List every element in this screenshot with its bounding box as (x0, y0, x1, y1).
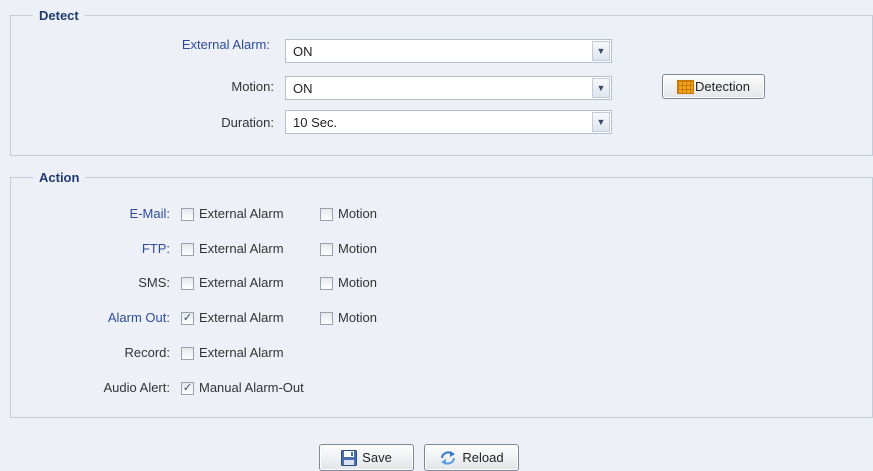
sms-label: SMS: (138, 275, 170, 290)
sms-checkbox-motion[interactable] (320, 277, 333, 290)
alarm-settings-page: Detect External Alarm: ON ▼ Motion: ON ▼… (0, 0, 873, 471)
grid-icon (677, 79, 695, 94)
alarm-out-checkbox-motion[interactable] (320, 312, 333, 325)
alarm-out-option-label: Motion (338, 310, 378, 325)
motion-value: ON (293, 80, 313, 96)
ftp-checkbox-motion[interactable] (320, 243, 333, 256)
external-alarm-select[interactable]: ON ▼ (285, 39, 612, 63)
audio-alert-option-label: Manual Alarm-Out (199, 380, 304, 395)
motion-select[interactable]: ON ▼ (285, 76, 612, 100)
alarm-out-checkbox-primary[interactable]: ✓ (181, 312, 194, 325)
sms-option-label: External Alarm (199, 275, 284, 290)
audio-alert-checkbox-primary[interactable]: ✓ (181, 382, 194, 395)
chevron-down-icon[interactable]: ▼ (592, 78, 610, 98)
sms-checkbox-primary[interactable] (181, 277, 194, 290)
external-alarm-value: ON (293, 43, 313, 59)
email-checkbox-primary[interactable] (181, 208, 194, 221)
chevron-down-icon[interactable]: ▼ (592, 112, 610, 132)
duration-label: Duration: (221, 115, 274, 130)
floppy-disk-icon (341, 449, 358, 466)
ftp-option-label: Motion (338, 241, 378, 256)
audio-alert-label: Audio Alert: (103, 380, 171, 395)
reload-button-label: Reload (462, 450, 504, 465)
email-option-label: Motion (338, 206, 378, 221)
ftp-label: FTP: (141, 241, 170, 256)
alarm-out-option-label: External Alarm (199, 310, 284, 325)
detection-button-label: Detection (695, 79, 750, 94)
action-legend: Action (39, 170, 80, 185)
duration-value: 10 Sec. (293, 114, 338, 130)
motion-label: Motion: (231, 79, 274, 94)
email-label: E-Mail: (129, 206, 170, 221)
external-alarm-label: External Alarm: (181, 37, 270, 52)
chevron-down-icon[interactable]: ▼ (592, 41, 610, 61)
email-checkbox-motion[interactable] (320, 208, 333, 221)
detect-legend: Detect (39, 8, 79, 23)
email-option-label: External Alarm (199, 206, 284, 221)
save-button-label: Save (362, 450, 392, 465)
record-label: Record: (124, 345, 170, 360)
duration-select[interactable]: 10 Sec. ▼ (285, 110, 612, 134)
refresh-icon (441, 450, 456, 465)
record-checkbox-primary[interactable] (181, 347, 194, 360)
alarm-out-label: Alarm Out: (107, 310, 170, 325)
detection-button[interactable]: Detection (662, 74, 765, 99)
record-option-label: External Alarm (199, 345, 284, 360)
sms-option-label: Motion (338, 275, 378, 290)
ftp-option-label: External Alarm (199, 241, 284, 256)
ftp-checkbox-primary[interactable] (181, 243, 194, 256)
